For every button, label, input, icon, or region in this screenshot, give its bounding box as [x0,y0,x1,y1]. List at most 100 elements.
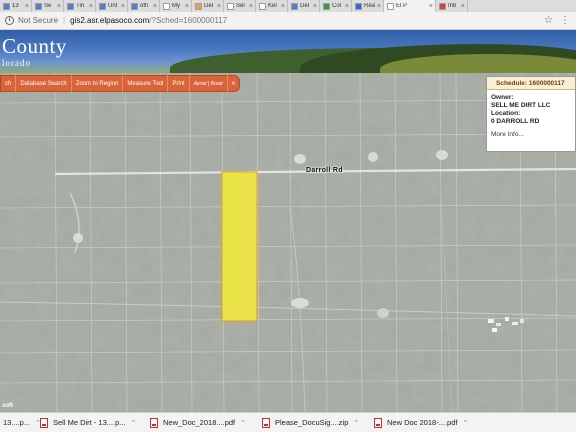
more-info-link[interactable]: More Info... [491,131,571,139]
print-button[interactable]: Print [168,75,190,92]
close-tab-icon[interactable]: × [25,3,29,10]
file-icon [40,417,48,428]
address-bar[interactable]: i Not Secure | gis2.asr.elpasoco.com/?Sc… [0,12,576,30]
download-filename: 13....p... [3,418,31,427]
state-subtitle: lorado [2,58,31,68]
favicon-icon [439,2,446,10]
parcel-info-popup: Schedule: 1600000117 Owner: SELL ME DIRT… [486,76,576,152]
favicon-icon [195,2,202,10]
close-tab-icon[interactable]: × [281,3,285,10]
favicon-icon [131,2,138,10]
tab-title: Unt [108,3,118,9]
measure-tool-button[interactable]: Measure Tool [123,75,169,92]
search-button[interactable]: ch [1,75,17,92]
chevron-up-icon[interactable]: ⌃ [353,419,359,427]
file-icon [150,417,158,428]
location-value: 0 DARROLL RD [491,118,540,125]
browser-tab[interactable]: El P × [384,0,436,12]
aerial-road-toggle[interactable]: Aerial | Road [190,75,228,92]
favicon-icon [291,2,298,10]
favicon-icon [3,2,10,10]
favicon-icon [387,2,394,10]
county-title: County [2,34,67,58]
chevron-up-icon[interactable]: ⌃ [462,419,468,427]
clearing [73,233,83,243]
clearing [294,154,306,164]
download-filename: Please_DocuSig....zip [275,418,349,427]
tab-title: Se [44,3,52,9]
tab-title: Sel [236,3,245,9]
location-label: Location: [491,110,521,117]
browser-tab[interactable]: My × [160,0,192,12]
browser-tab[interactable]: Col × [320,0,352,12]
selected-parcel[interactable] [221,171,258,322]
favicon-icon [323,2,330,10]
map-toolbar: ch Database Search Zoom to Region Measure T… [0,75,241,92]
tab-title: El P [396,3,408,9]
security-label: Not Secure [18,16,59,25]
browser-tab[interactable]: 13 × [0,0,32,12]
clearing [368,152,378,162]
browser-tab[interactable]: Se × [32,0,64,12]
download-filename: New_Doc_2018....pdf [163,418,236,427]
tab-title: Tin [76,3,85,9]
file-icon [374,417,382,428]
download-filename: New Doc 2018-....pdf [387,418,458,427]
browser-tab[interactable]: Inb × [436,0,468,12]
chevron-up-icon[interactable]: ⌃ [240,419,246,427]
url-path[interactable]: /?Sched=1600000117 [149,16,227,25]
tab-title: My [172,3,180,9]
download-item[interactable]: Sell Me Dirt - 13....p... ⌃ [40,417,150,428]
browser-tab[interactable]: offi × [128,0,160,12]
favicon-icon [35,2,42,10]
close-tab-icon[interactable]: × [249,3,253,10]
url-domain[interactable]: gis2.asr.elpasoco.com [70,16,149,25]
close-tab-icon[interactable]: × [217,3,221,10]
close-tab-icon[interactable]: × [121,3,125,10]
menu-icon[interactable]: ⋮ [560,15,570,26]
clearing [436,150,448,160]
browser-tab[interactable]: Unt × [96,0,128,12]
browser-tab[interactable]: Det × [288,0,320,12]
close-tab-icon[interactable]: × [429,3,433,10]
close-tab-icon[interactable]: × [185,3,189,10]
browser-tab[interactable]: Tin × [64,0,96,12]
collapse-toolbar-button[interactable]: « [228,75,240,92]
database-search-button[interactable]: Database Search [16,75,72,92]
close-tab-icon[interactable]: × [345,3,349,10]
browser-tab[interactable]: Ker × [256,0,288,12]
tab-title: 13 [12,3,19,9]
close-tab-icon[interactable]: × [461,3,465,10]
star-icon[interactable]: ☆ [544,15,553,26]
favicon-icon [67,2,74,10]
clearing [291,298,309,308]
info-icon[interactable]: i [5,16,14,25]
browser-tab[interactable]: Sel × [224,0,256,12]
browser-tab[interactable]: Det × [192,0,224,12]
owner-label: Owner: [491,94,514,101]
favicon-icon [227,2,234,10]
chevron-up-icon[interactable]: ⌃ [131,419,137,427]
divider: | [63,16,66,25]
popup-schedule: Schedule: 1600000117 [487,77,575,90]
tab-title: Det [204,3,214,9]
tab-title: Inb [448,3,457,9]
favicon-icon [163,2,170,10]
close-tab-icon[interactable]: × [57,3,61,10]
download-item[interactable]: New Doc 2018-....pdf ⌃ [374,417,486,428]
tab-title: offi [140,3,148,9]
close-tab-icon[interactable]: × [313,3,317,10]
file-icon [262,417,270,428]
close-tab-icon[interactable]: × [89,3,93,10]
download-item[interactable]: Please_DocuSig....zip ⌃ [262,417,374,428]
browser-tab-strip: 13 × Se × Tin × Unt × offi × My × Det × Sel × Ker × Det × Co… [0,0,576,12]
close-tab-icon[interactable]: × [377,3,381,10]
map-attribution: soft [2,403,13,409]
favicon-icon [259,2,266,10]
close-tab-icon[interactable]: × [153,3,157,10]
zoom-to-region-button[interactable]: Zoom to Region [72,75,124,92]
download-item[interactable]: 13....p... ⌃ [0,418,41,427]
browser-tab[interactable]: Rea × [352,0,384,12]
download-item[interactable]: New_Doc_2018....pdf ⌃ [150,417,262,428]
road-label: Darroll Rd [306,167,343,174]
